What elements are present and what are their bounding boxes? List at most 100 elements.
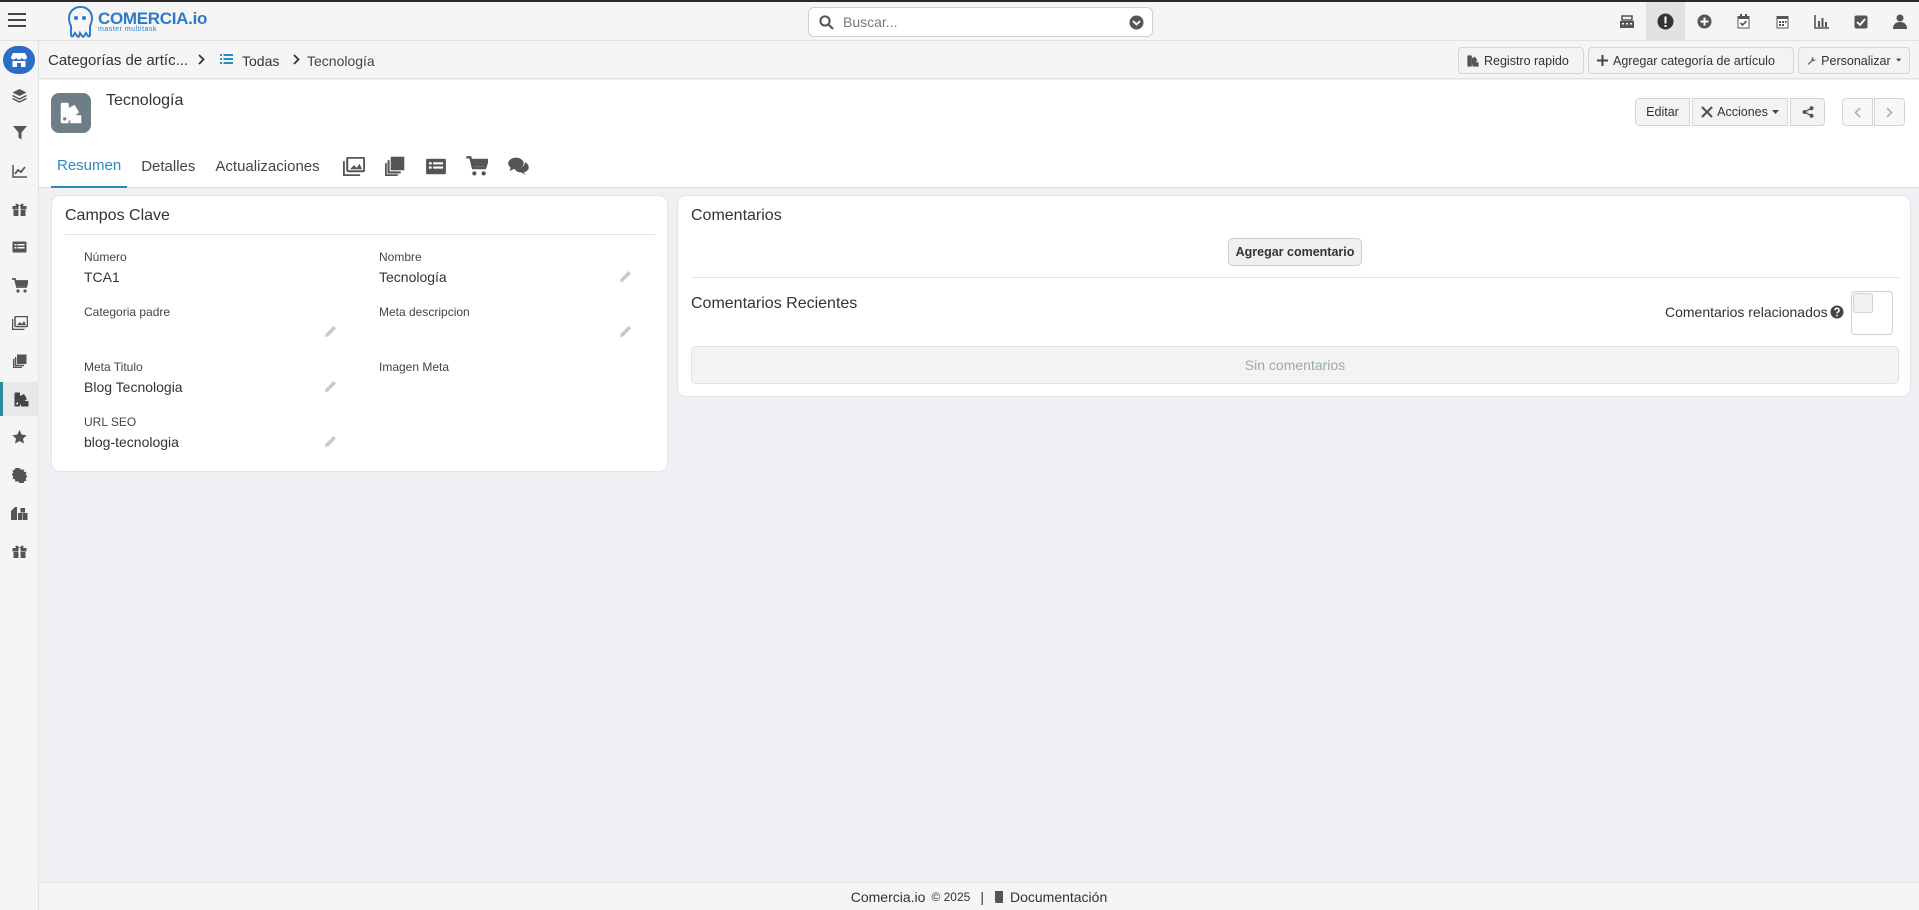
no-comments-message: Sin comentarios [691, 346, 1899, 384]
cart-icon [466, 156, 489, 176]
plus-circle-icon[interactable] [1685, 2, 1724, 41]
sidebar-item-store[interactable] [3, 46, 35, 74]
top-icon-bar [1607, 2, 1919, 41]
field-value-nombre: Tecnología [379, 269, 447, 285]
sidebar [0, 41, 39, 910]
edit-label: Editar [1646, 105, 1679, 119]
edit-categoria-padre-pencil-icon[interactable] [324, 325, 337, 338]
footer-brand: Comercia.io [850, 888, 926, 905]
sidebar-item-categories[interactable] [0, 382, 39, 416]
edit-nombre-pencil-icon[interactable] [619, 270, 632, 283]
record-title: Tecnología [106, 92, 184, 109]
record-tabs: Resumen Detalles Actualizaciones [51, 144, 539, 188]
calendar-check-icon[interactable] [1724, 2, 1763, 41]
sidebar-item-chart[interactable] [0, 154, 39, 188]
list-icon [220, 53, 233, 65]
comments-card: Comentarios Agregar comentario Comentari… [677, 195, 1911, 397]
alert-icon[interactable] [1646, 2, 1685, 41]
filter-icon [12, 126, 27, 140]
copy-icon [12, 354, 26, 368]
next-record-button[interactable] [1874, 98, 1905, 126]
breadcrumb-bar: Categorías de artíc... Todas Tecnología … [39, 41, 1919, 79]
tab-resumen[interactable]: Resumen [51, 144, 128, 188]
cart-icon [11, 277, 28, 293]
divider [691, 277, 1899, 278]
book-icon [994, 890, 1004, 903]
cash-register-icon[interactable] [1607, 2, 1646, 41]
sidebar-item-layers[interactable] [0, 78, 39, 112]
previous-record-button[interactable] [1842, 98, 1873, 126]
add-category-button[interactable]: Agregar categoría de artículo [1588, 47, 1794, 74]
record-swatchbook-icon [51, 93, 91, 133]
comments-icon [507, 157, 529, 175]
record-header: Tecnología Editar Acciones Resumen Detal… [39, 80, 1919, 188]
tab-cart[interactable] [457, 144, 498, 188]
images-icon [343, 156, 366, 176]
customize-button[interactable]: Personalizar [1798, 47, 1910, 74]
line-chart-icon [12, 164, 27, 178]
sidebar-item-badge[interactable] [0, 458, 39, 492]
bar-chart-icon[interactable] [1802, 2, 1841, 41]
check-square-icon[interactable] [1841, 2, 1880, 41]
footer-separator: | [980, 888, 984, 905]
related-comments-label: Comentarios relacionados [1665, 304, 1828, 320]
list-alt-icon [12, 241, 27, 253]
documentation-link[interactable]: Documentación [1010, 889, 1107, 905]
tab-list[interactable] [416, 144, 457, 188]
menu-icon[interactable] [8, 12, 30, 32]
breadcrumb-list[interactable]: Todas [242, 53, 279, 69]
actions-button[interactable]: Acciones [1692, 98, 1788, 126]
edit-url-seo-pencil-icon[interactable] [324, 435, 337, 448]
toggle-knob [1853, 293, 1873, 313]
store-icon [11, 53, 27, 67]
calendar-icon[interactable] [1763, 2, 1802, 41]
list-alt-icon [426, 158, 447, 174]
field-label-numero: Número [84, 250, 127, 264]
sidebar-item-cart[interactable] [0, 268, 39, 302]
sidebar-item-list[interactable] [0, 230, 39, 264]
sidebar-item-filter[interactable] [0, 116, 39, 150]
add-comment-button[interactable]: Agregar comentario [1228, 238, 1362, 266]
edit-meta-descripcion-pencil-icon[interactable] [619, 325, 632, 338]
related-comments-toggle[interactable] [1851, 291, 1893, 335]
footer: Comercia.io © 2025 | Documentación [39, 882, 1919, 910]
tab-images[interactable] [334, 144, 375, 188]
tab-comments[interactable] [498, 144, 539, 188]
search-input[interactable] [843, 13, 1123, 31]
layers-icon [12, 88, 27, 103]
tab-actualizaciones[interactable]: Actualizaciones [209, 144, 325, 188]
app-logo[interactable]: COMERCIA.io master multitask [66, 5, 207, 39]
share-button[interactable] [1790, 98, 1825, 126]
octopus-logo-icon [67, 6, 94, 38]
sidebar-item-warehouse[interactable] [0, 496, 39, 530]
plus-icon [1597, 55, 1608, 66]
actions-label: Acciones [1717, 105, 1768, 119]
wrench-icon [1807, 56, 1816, 65]
breadcrumb-module[interactable]: Categorías de artíc... [48, 52, 188, 69]
sidebar-item-star[interactable] [0, 420, 39, 454]
sidebar-item-gift[interactable] [0, 192, 39, 226]
sidebar-item-copy[interactable] [0, 344, 39, 378]
field-value-meta-titulo: Blog Tecnologia [84, 379, 183, 395]
quick-register-button[interactable]: Registro rapido [1458, 47, 1584, 74]
sidebar-item-images[interactable] [0, 306, 39, 340]
sidebar-item-gift-2[interactable] [0, 534, 39, 568]
gift-icon [12, 545, 27, 558]
edit-meta-titulo-pencil-icon[interactable] [324, 380, 337, 393]
recent-comments-title: Comentarios Recientes [691, 295, 858, 312]
footer-copyright: © 2025 [931, 889, 971, 904]
user-icon[interactable] [1880, 2, 1919, 41]
share-icon [1802, 106, 1813, 118]
tab-detalles[interactable]: Detalles [135, 144, 201, 188]
swatchbook-icon [14, 392, 28, 406]
certificate-icon [12, 467, 27, 483]
search-dropdown-icon[interactable] [1129, 15, 1144, 30]
logo-name: COMERCIA.io [98, 9, 208, 28]
copy-icon [385, 156, 405, 176]
help-icon[interactable] [1830, 305, 1844, 319]
images-icon [11, 316, 28, 330]
tab-copies[interactable] [375, 144, 416, 188]
edit-button[interactable]: Editar [1635, 98, 1690, 126]
caret-down-icon [1771, 109, 1779, 114]
field-value-numero: TCA1 [84, 269, 120, 285]
